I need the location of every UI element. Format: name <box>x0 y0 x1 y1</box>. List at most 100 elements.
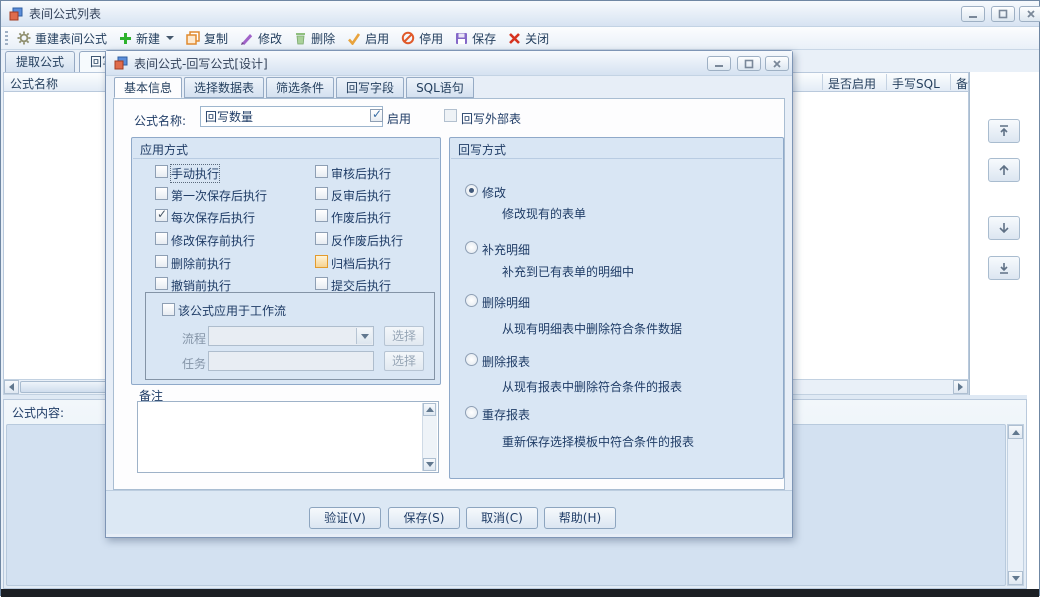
move-up-button[interactable] <box>988 158 1020 182</box>
column-formula-name[interactable]: 公式名称 <box>10 75 58 92</box>
radio-delete-report-label[interactable]: 删除报表 <box>482 353 530 370</box>
scroll-down-button[interactable] <box>423 458 436 471</box>
move-top-button[interactable] <box>988 119 1020 143</box>
close-button[interactable] <box>1019 6 1040 22</box>
chevron-down-icon[interactable] <box>166 36 174 40</box>
external-table-checkbox[interactable] <box>444 109 457 122</box>
external-table-checkbox-label[interactable]: 回写外部表 <box>461 110 521 127</box>
radio-modify-label[interactable]: 修改 <box>482 184 506 201</box>
checkbox-first-save-run-label[interactable]: 第一次保存后执行 <box>171 187 267 204</box>
column-separator[interactable] <box>950 74 951 90</box>
toolbar-delete-button[interactable]: 删除 <box>294 30 335 47</box>
toolbar-close-button[interactable]: 关闭 <box>508 30 549 47</box>
triangle-right-icon <box>958 383 963 391</box>
scroll-right-button[interactable] <box>953 380 968 394</box>
checkbox-after-archive[interactable] <box>315 255 328 268</box>
copy-icon <box>186 31 200 45</box>
task-input[interactable] <box>208 351 374 371</box>
formula-name-input[interactable] <box>200 106 383 127</box>
radio-append-detail-label[interactable]: 补充明细 <box>482 241 530 258</box>
tab-sql[interactable]: SQL语句 <box>406 77 474 98</box>
checkbox-after-void-label[interactable]: 作废后执行 <box>331 209 391 226</box>
tab-writeback-fields[interactable]: 回写字段 <box>336 77 404 98</box>
dialog-tab-strip: 基本信息 选择数据表 筛选条件 回写字段 SQL语句 <box>114 77 476 98</box>
radio-resave-report-label[interactable]: 重存报表 <box>482 406 530 423</box>
workflow-checkbox[interactable] <box>162 303 175 316</box>
scroll-down-button[interactable] <box>1008 571 1023 585</box>
checkbox-after-archive-label[interactable]: 归档后执行 <box>331 255 391 272</box>
checkbox-before-modify-save-label[interactable]: 修改保存前执行 <box>171 232 255 249</box>
remark-textarea[interactable] <box>137 401 439 473</box>
toolbar-rebuild-button[interactable]: 重建表间公式 <box>17 30 107 47</box>
help-button[interactable]: 帮助(H) <box>544 507 616 529</box>
checkbox-after-unaudit[interactable] <box>315 187 328 200</box>
toolbar-copy-button[interactable]: 复制 <box>186 30 228 47</box>
main-titlebar: 表间公式列表 <box>1 1 1039 27</box>
remark-scrollbar[interactable] <box>422 403 437 471</box>
minimize-button[interactable] <box>961 6 985 22</box>
task-select-button[interactable]: 选择 <box>384 351 424 371</box>
radio-delete-detail[interactable] <box>465 294 478 307</box>
formula-content-scrollbar[interactable] <box>1007 424 1024 586</box>
validate-button[interactable]: 验证(V) <box>309 507 381 529</box>
radio-modify[interactable] <box>465 184 478 197</box>
column-enabled[interactable]: 是否启用 <box>828 75 876 92</box>
checkbox-every-save-run[interactable] <box>155 209 168 222</box>
toolbar-grip[interactable] <box>5 31 8 46</box>
checkbox-after-submit[interactable] <box>315 277 328 290</box>
pencil-icon <box>240 31 254 45</box>
tab-basic-info[interactable]: 基本信息 <box>114 77 182 98</box>
toolbar-new-button[interactable]: 新建 <box>119 30 174 47</box>
checkbox-after-audit[interactable] <box>315 165 328 178</box>
tab-extract-formula[interactable]: 提取公式 <box>5 51 75 72</box>
process-select-button[interactable]: 选择 <box>384 326 424 346</box>
checkbox-after-unvoid-label[interactable]: 反作废后执行 <box>331 232 403 249</box>
toolbar-edit-button[interactable]: 修改 <box>240 30 282 47</box>
plus-icon <box>119 32 132 45</box>
dialog-minimize-button[interactable] <box>707 56 731 71</box>
enable-checkbox[interactable] <box>370 109 383 122</box>
cancel-button[interactable]: 取消(C) <box>466 507 538 529</box>
maximize-button[interactable] <box>991 6 1015 22</box>
column-separator[interactable] <box>886 74 887 90</box>
radio-resave-report[interactable] <box>465 406 478 419</box>
toolbar-save-button[interactable]: 保存 <box>455 30 496 47</box>
radio-delete-detail-label[interactable]: 删除明细 <box>482 294 530 311</box>
checkbox-after-unaudit-label[interactable]: 反审后执行 <box>331 187 391 204</box>
checkbox-before-modify-save[interactable] <box>155 232 168 245</box>
close-x-icon <box>508 32 521 45</box>
column-separator[interactable] <box>822 74 823 90</box>
scroll-up-button[interactable] <box>1008 425 1023 439</box>
scroll-left-button[interactable] <box>4 380 19 394</box>
radio-append-detail[interactable] <box>465 241 478 254</box>
triangle-down-icon <box>426 462 434 467</box>
tab-filter[interactable]: 筛选条件 <box>266 77 334 98</box>
save-button[interactable]: 保存(S) <box>388 507 460 529</box>
move-bottom-button[interactable] <box>988 256 1020 280</box>
scroll-up-button[interactable] <box>423 403 436 416</box>
checkbox-before-delete[interactable] <box>155 255 168 268</box>
checkbox-before-delete-label[interactable]: 删除前执行 <box>171 255 231 272</box>
dialog-close-button[interactable] <box>765 56 789 71</box>
checkbox-before-revoke[interactable] <box>155 277 168 290</box>
checkbox-first-save-run[interactable] <box>155 187 168 200</box>
dialog-title: 表间公式-回写公式[设计] <box>134 55 268 72</box>
checkbox-manual-run-label[interactable]: 手动执行 <box>171 165 219 182</box>
process-dropdown-button[interactable] <box>356 328 372 344</box>
apply-mode-group-title: 应用方式 <box>140 141 188 158</box>
dialog-maximize-button[interactable] <box>737 56 761 71</box>
enable-checkbox-label[interactable]: 启用 <box>387 110 411 127</box>
toolbar-enable-button[interactable]: 启用 <box>347 30 389 47</box>
move-down-button[interactable] <box>988 216 1020 240</box>
checkbox-after-void[interactable] <box>315 209 328 222</box>
toolbar-disable-button[interactable]: 停用 <box>401 30 443 47</box>
checkbox-after-audit-label[interactable]: 审核后执行 <box>331 165 391 182</box>
radio-delete-report[interactable] <box>465 353 478 366</box>
checkbox-every-save-run-label[interactable]: 每次保存后执行 <box>171 209 255 226</box>
process-combobox[interactable] <box>208 326 374 346</box>
checkbox-manual-run[interactable] <box>155 165 168 178</box>
tab-select-tables[interactable]: 选择数据表 <box>184 77 264 98</box>
checkbox-after-unvoid[interactable] <box>315 232 328 245</box>
column-handwritten-sql[interactable]: 手写SQL <box>892 75 940 92</box>
workflow-checkbox-label[interactable]: 该公式应用于工作流 <box>178 302 286 319</box>
